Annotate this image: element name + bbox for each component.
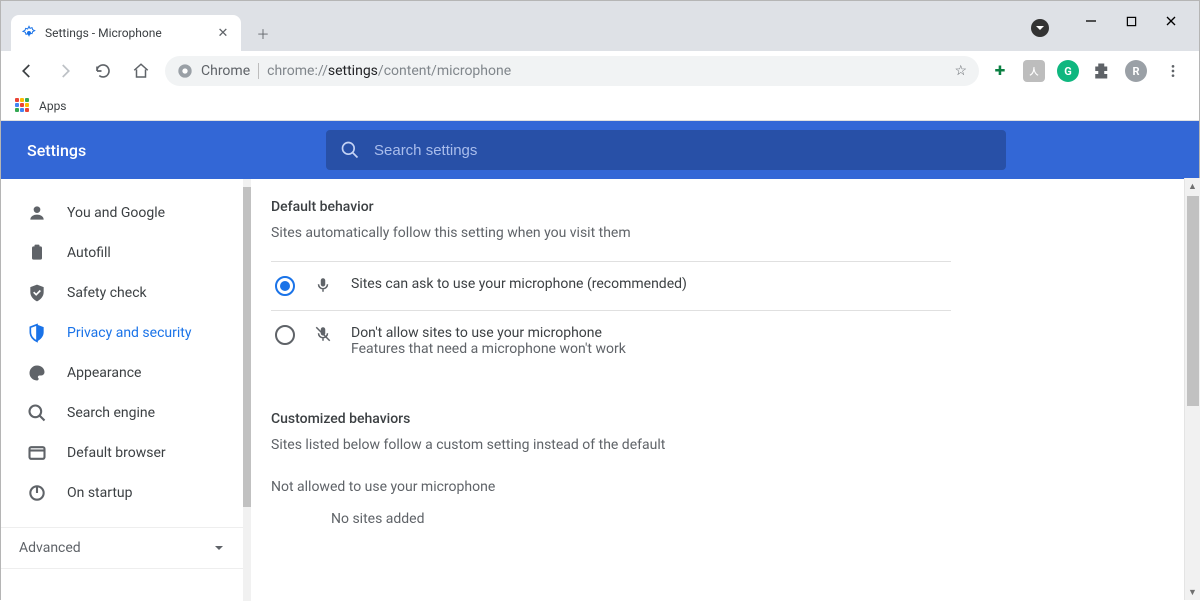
window-controls [1063,1,1199,41]
sidebar-label: Autofill [67,245,111,261]
sidebar-advanced-toggle[interactable]: Advanced [1,527,251,569]
settings-sidebar: You and Google Autofill Safety check Pri… [1,179,251,601]
reload-button[interactable] [89,57,117,85]
microphone-icon [313,276,333,294]
sidebar-item-privacy-security[interactable]: Privacy and security [1,313,251,353]
gear-icon [21,25,37,41]
search-settings-input[interactable] [374,142,992,159]
search-tabs-button[interactable] [1031,19,1049,37]
search-icon [340,140,360,160]
sidebar-label: Search engine [67,405,155,421]
option2-text: Don't allow sites to use your microphone… [351,325,626,357]
browser-window-icon [27,443,47,463]
kebab-menu-icon[interactable] [1159,57,1187,85]
back-button[interactable] [13,57,41,85]
address-bar[interactable]: Chrome chrome://settings/content/microph… [165,56,979,86]
default-behavior-subtitle: Sites automatically follow this setting … [271,225,951,241]
sidebar-item-autofill[interactable]: Autofill [1,233,251,273]
radio-checked-icon[interactable] [275,276,295,296]
extension-grammarly-icon[interactable]: G [1057,60,1079,82]
sidebar-label: You and Google [67,205,165,221]
option1-label: Sites can ask to use your microphone (re… [351,276,687,292]
no-sites-added: No sites added [271,511,951,527]
sidebar-label: Privacy and security [67,325,191,341]
sidebar-label: Default browser [67,445,166,461]
palette-icon [27,363,47,383]
scroll-down-icon[interactable]: ▼ [1185,584,1200,600]
default-behavior-title: Default behavior [271,199,951,215]
toolbar: Chrome chrome://settings/content/microph… [1,51,1199,91]
bookmarks-bar: Apps [1,91,1199,121]
search-settings-box[interactable] [326,130,1006,170]
option-sites-can-ask[interactable]: Sites can ask to use your microphone (re… [271,261,951,310]
sidebar-item-appearance[interactable]: Appearance [1,353,251,393]
extensions-area: ✚ 人 G R [989,57,1187,85]
chrome-icon [177,63,193,79]
caret-down-icon [1035,23,1045,33]
option-dont-allow[interactable]: Don't allow sites to use your microphone… [271,310,951,371]
microphone-off-icon [313,325,333,343]
bookmark-apps[interactable]: Apps [39,99,67,113]
sidebar-item-on-startup[interactable]: On startup [1,473,251,513]
option2-sublabel: Features that need a microphone won't wo… [351,341,626,357]
sidebar-label: On startup [67,485,133,501]
customized-behaviors-subtitle: Sites listed below follow a custom setti… [271,437,951,453]
sidebar-label: Safety check [67,285,147,301]
extension-1-icon[interactable]: ✚ [989,60,1011,82]
sidebar-item-you-and-google[interactable]: You and Google [1,193,251,233]
settings-title: Settings [1,141,326,160]
advanced-label: Advanced [19,540,81,556]
forward-button[interactable] [51,57,79,85]
browser-tab[interactable]: Settings - Microphone ✕ [11,15,241,51]
sidebar-item-default-browser[interactable]: Default browser [1,433,251,473]
titlebar: Settings - Microphone ✕ ＋ [1,1,1199,51]
maximize-button[interactable] [1121,11,1141,31]
sidebar-label: Appearance [67,365,141,381]
scroll-up-icon[interactable]: ▲ [1185,178,1200,194]
home-button[interactable] [127,57,155,85]
not-allowed-title: Not allowed to use your microphone [271,479,951,495]
tab-close-icon[interactable]: ✕ [215,25,231,41]
sidebar-item-safety-check[interactable]: Safety check [1,273,251,313]
page-scrollbar[interactable]: ▲ ▼ [1184,178,1200,600]
close-window-button[interactable] [1161,11,1181,31]
clipboard-icon [27,243,47,263]
shield-icon [27,323,47,343]
bookmark-star-icon[interactable]: ☆ [954,63,967,79]
power-icon [27,483,47,503]
settings-header: Settings [1,121,1199,179]
address-url: chrome://settings/content/microphone [267,63,511,79]
settings-main: Default behavior Sites automatically fol… [251,179,1199,601]
extension-adobe-icon[interactable]: 人 [1023,60,1045,82]
profile-avatar[interactable]: R [1125,60,1147,82]
option2-label: Don't allow sites to use your microphone [351,325,602,341]
extensions-menu-icon[interactable] [1091,60,1113,82]
person-icon [27,203,47,223]
apps-grid-icon[interactable] [15,98,31,114]
sidebar-scrollbar[interactable] [243,179,251,601]
tab-title: Settings - Microphone [45,26,207,40]
minimize-button[interactable] [1081,11,1101,31]
search-icon [27,403,47,423]
customized-behaviors-title: Customized behaviors [271,411,951,427]
address-label: Chrome [201,63,259,79]
chevron-down-icon [213,542,225,554]
sidebar-item-search-engine[interactable]: Search engine [1,393,251,433]
new-tab-button[interactable]: ＋ [249,19,277,47]
shield-check-icon [27,283,47,303]
radio-unchecked-icon[interactable] [275,325,295,345]
